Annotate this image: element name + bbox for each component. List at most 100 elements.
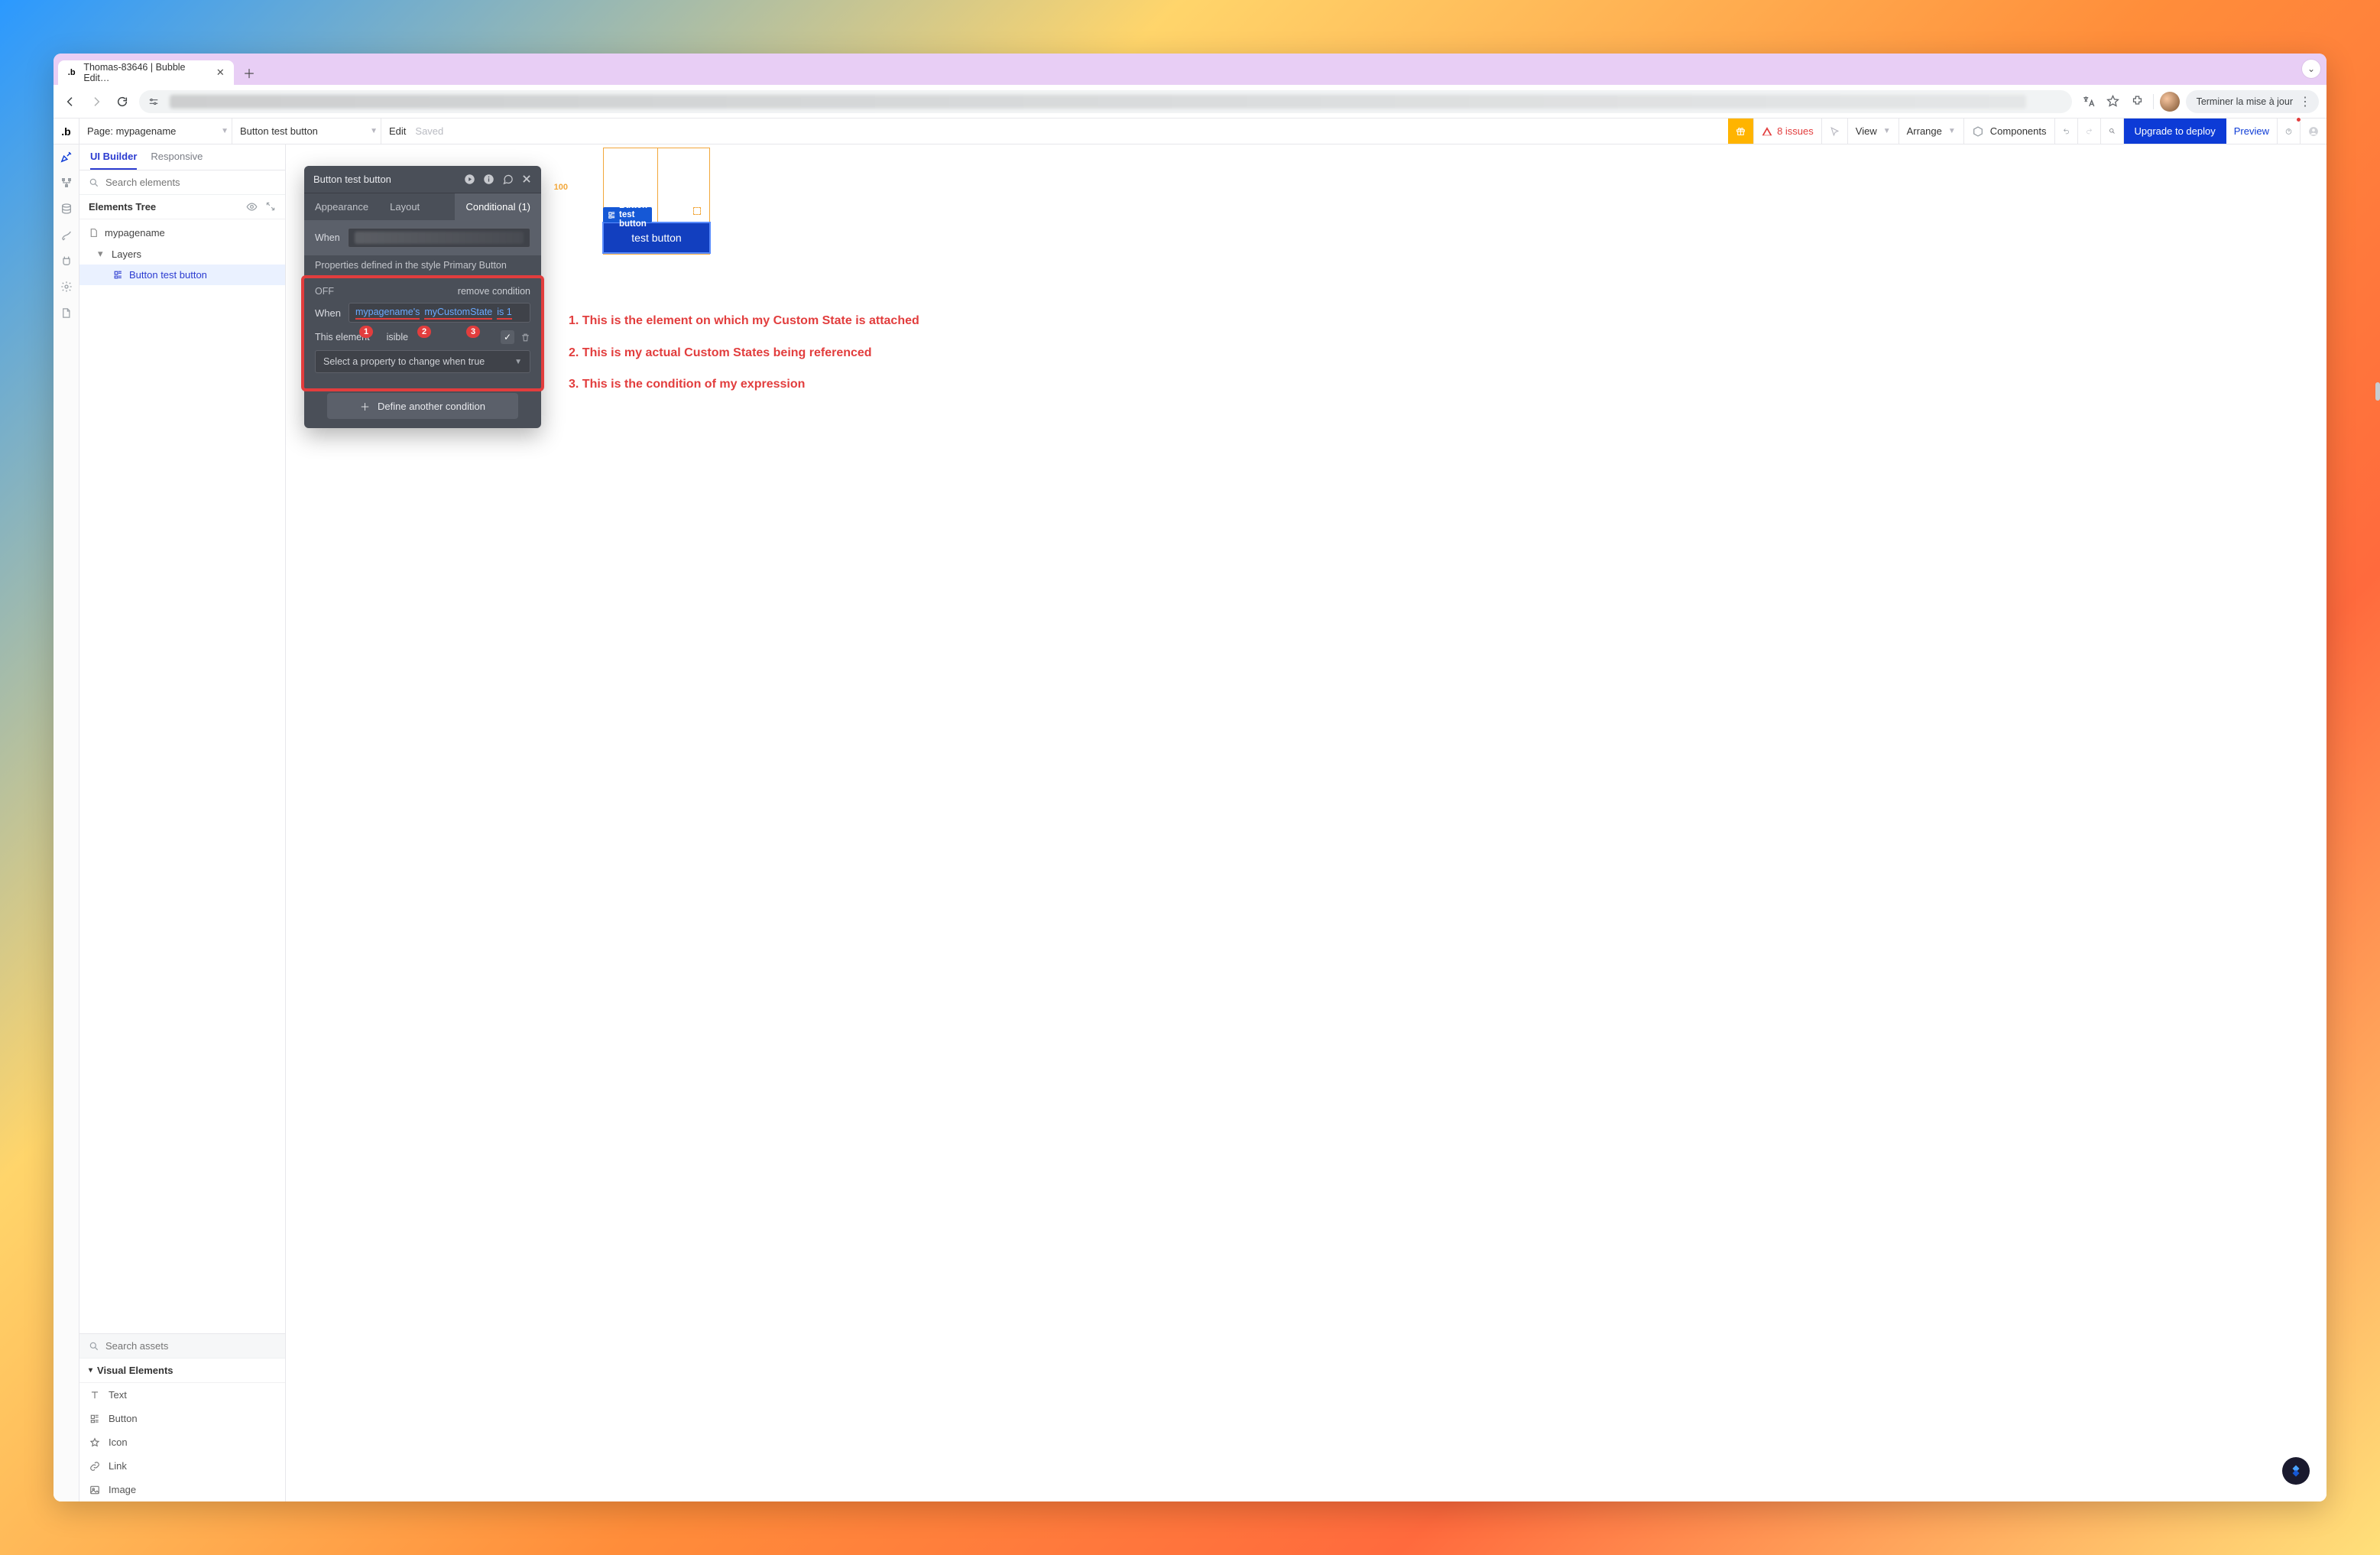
- chevron-down-icon: ▼: [221, 127, 229, 135]
- bubble-logo[interactable]: .b: [54, 118, 79, 144]
- help-button[interactable]: [2278, 118, 2301, 144]
- search-elements[interactable]: [79, 170, 285, 195]
- expand-icon[interactable]: [265, 201, 276, 213]
- tree-layers-label: Layers: [112, 248, 141, 260]
- resize-handles[interactable]: [693, 207, 710, 222]
- address-right: Terminer la mise à jour ⋮: [2080, 90, 2319, 113]
- asset-text[interactable]: Text: [79, 1383, 285, 1407]
- update-button[interactable]: Terminer la mise à jour ⋮: [2186, 90, 2319, 113]
- translate-icon[interactable]: [2080, 93, 2098, 111]
- browser-tab[interactable]: .b Thomas-83646 | Bubble Edit… ✕: [58, 60, 234, 85]
- back-icon[interactable]: [61, 93, 79, 111]
- style-when-expression[interactable]: [348, 228, 530, 248]
- tab-layout[interactable]: Layout: [379, 193, 430, 220]
- define-condition-label: Define another condition: [378, 401, 485, 412]
- condition-expression[interactable]: mypagename's myCustomState is 1: [349, 303, 530, 323]
- address-input[interactable]: [139, 90, 2072, 113]
- search-button[interactable]: [2101, 118, 2124, 144]
- link-icon: [89, 1461, 101, 1472]
- tab-ui-builder[interactable]: UI Builder: [90, 151, 137, 170]
- page-selector[interactable]: Page: mypagename ▼: [79, 118, 232, 144]
- annotation-line-1: 1. This is the element on which my Custo…: [569, 305, 919, 337]
- canvas[interactable]: Button test button Appearance Layout Con…: [286, 144, 2326, 1501]
- asset-image[interactable]: Image: [79, 1478, 285, 1501]
- undo-button[interactable]: [2055, 118, 2078, 144]
- property-editor-header[interactable]: Button test button: [304, 166, 541, 193]
- close-panel-icon[interactable]: [521, 174, 532, 185]
- when-label: When: [315, 307, 341, 319]
- visual-elements-section[interactable]: ▾ Visual Elements: [79, 1359, 285, 1383]
- help-fab[interactable]: [2282, 1457, 2310, 1485]
- tree-item-layers[interactable]: ▾ Layers: [79, 243, 285, 265]
- tree-item-page[interactable]: mypagename: [79, 222, 285, 243]
- remove-condition-link[interactable]: remove condition: [458, 286, 530, 297]
- edit-label[interactable]: Edit: [389, 125, 406, 137]
- bookmark-icon[interactable]: [2104, 93, 2122, 111]
- search-assets-input[interactable]: [105, 1340, 276, 1352]
- profile-avatar[interactable]: [2160, 92, 2180, 112]
- preview-button[interactable]: Preview: [2226, 118, 2278, 144]
- elements-tree: mypagename ▾ Layers Button test button: [79, 219, 285, 288]
- browser-window: .b Thomas-83646 | Bubble Edit… ✕ ＋ ⌄: [54, 54, 2326, 1501]
- comment-icon[interactable]: [502, 174, 514, 185]
- close-tab-icon[interactable]: ✕: [215, 67, 226, 79]
- issues-button[interactable]: 8 issues: [1754, 118, 1822, 144]
- new-tab-button[interactable]: ＋: [238, 62, 260, 83]
- search-assets[interactable]: [79, 1334, 285, 1359]
- settings-tab-icon[interactable]: [59, 279, 74, 294]
- arrange-menu[interactable]: Arrange ▼: [1899, 118, 1964, 144]
- asset-image-label: Image: [109, 1484, 136, 1495]
- design-tab-icon[interactable]: [59, 149, 74, 164]
- visible-checkbox[interactable]: ✓: [501, 330, 514, 344]
- cursor-tool[interactable]: [1822, 118, 1848, 144]
- chevron-down-icon: ▼: [514, 358, 522, 366]
- workflow-tab-icon[interactable]: [59, 175, 74, 190]
- selection-label[interactable]: Button test button: [603, 207, 652, 222]
- define-condition-button[interactable]: ＋ Define another condition: [327, 393, 518, 419]
- info-icon[interactable]: [483, 174, 494, 185]
- reload-icon[interactable]: [113, 93, 131, 111]
- element-selector[interactable]: Button test button ▼: [232, 118, 381, 144]
- forward-icon[interactable]: [87, 93, 105, 111]
- select-property-dropdown[interactable]: Select a property to change when true ▼: [315, 350, 530, 373]
- condition-block-highlighted: OFF remove condition When mypagename's m…: [301, 275, 544, 391]
- eye-icon[interactable]: [246, 201, 258, 213]
- condition-when-row: When mypagename's myCustomState is 1: [304, 300, 541, 324]
- extensions-icon[interactable]: [2129, 93, 2147, 111]
- logs-tab-icon[interactable]: [59, 305, 74, 320]
- styles-tab-icon[interactable]: [59, 227, 74, 242]
- property-body: When Properties defined in the style Pri…: [304, 220, 541, 419]
- trash-icon[interactable]: [520, 333, 530, 342]
- view-menu[interactable]: View ▼: [1848, 118, 1899, 144]
- tab-strip: .b Thomas-83646 | Bubble Edit… ✕ ＋ ⌄: [54, 54, 2326, 85]
- site-settings-icon[interactable]: [147, 95, 161, 109]
- asset-icon[interactable]: Icon: [79, 1430, 285, 1454]
- run-icon[interactable]: [464, 174, 475, 185]
- tab-appearance[interactable]: Appearance: [304, 193, 379, 220]
- tree-item-selected-element[interactable]: Button test button: [79, 265, 285, 285]
- tab-conditional[interactable]: Conditional (1): [455, 193, 541, 220]
- upgrade-button[interactable]: Upgrade to deploy: [2124, 118, 2226, 144]
- menu-dots-icon[interactable]: ⋮: [2299, 94, 2311, 109]
- account-button[interactable]: [2301, 118, 2326, 144]
- asset-link[interactable]: Link: [79, 1454, 285, 1478]
- search-elements-input[interactable]: [105, 177, 276, 188]
- tabs-dropdown-button[interactable]: ⌄: [2302, 60, 2320, 78]
- test-button-text: test button: [631, 232, 681, 244]
- asset-button[interactable]: Button: [79, 1407, 285, 1430]
- condition-off-label[interactable]: OFF: [315, 286, 334, 297]
- tab-responsive[interactable]: Responsive: [151, 151, 203, 170]
- expr-part-1: mypagename's: [355, 307, 420, 320]
- bubble-favicon: .b: [66, 67, 77, 79]
- plugins-tab-icon[interactable]: [59, 253, 74, 268]
- data-tab-icon[interactable]: [59, 201, 74, 216]
- gift-button[interactable]: [1728, 118, 1754, 144]
- page-name-label: mypagename: [116, 125, 177, 137]
- left-sidebar: UI Builder Responsive Elements Tree: [79, 144, 286, 1501]
- property-editor[interactable]: Button test button Appearance Layout Con…: [304, 166, 541, 428]
- dimension-label: 100: [554, 183, 568, 192]
- components-button[interactable]: Components: [1964, 118, 2055, 144]
- redo-button[interactable]: [2078, 118, 2101, 144]
- preview-label: Preview: [2234, 125, 2269, 137]
- left-rail: [54, 144, 79, 1501]
